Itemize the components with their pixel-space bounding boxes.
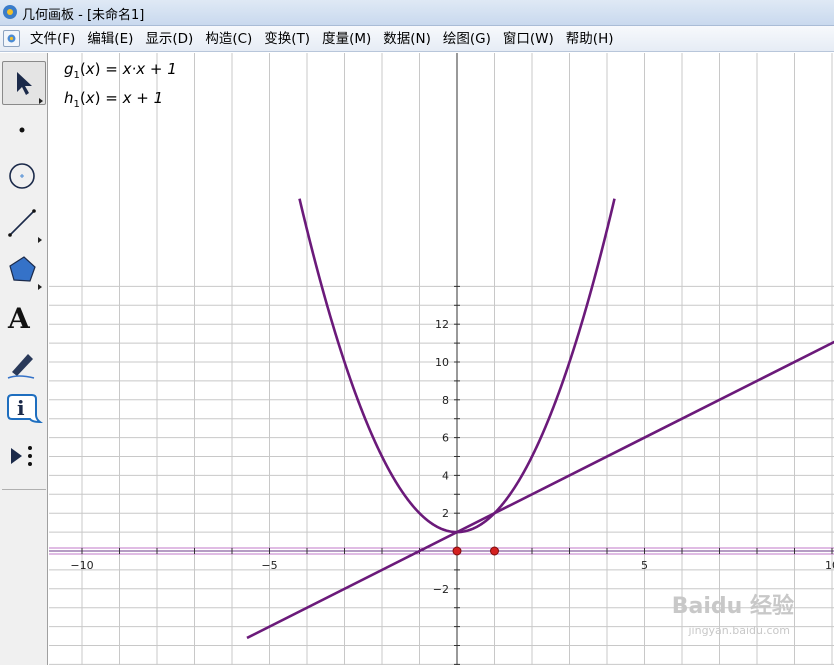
menu-construct[interactable]: 构造(C) — [199, 26, 258, 52]
pen-icon — [7, 354, 35, 379]
polygon-tool[interactable] — [2, 248, 46, 292]
text-a-icon: A — [7, 302, 31, 335]
function-h1-label[interactable]: h1(x) = x + 1 — [64, 89, 163, 110]
menu-bar: 文件(F) 编辑(E) 显示(D) 构造(C) 变换(T) 度量(M) 数据(N… — [0, 26, 834, 52]
straightedge-tool[interactable] — [2, 201, 46, 245]
menu-measure[interactable]: 度量(M) — [316, 26, 377, 52]
x-tick-label: 10 — [825, 559, 834, 572]
marker-tool[interactable] — [2, 342, 46, 386]
custom-tool[interactable] — [2, 436, 46, 480]
y-tick-label: 8 — [442, 394, 449, 407]
watermark: Baidu 经验 — [671, 594, 794, 619]
arrow-selection-icon — [17, 72, 43, 104]
svg-text:A: A — [7, 302, 31, 335]
polygon-icon — [9, 256, 42, 290]
y-tick-label: 4 — [442, 469, 449, 482]
watermark-subtext: jingyan.baidu.com — [688, 624, 790, 637]
menu-file[interactable]: 文件(F) — [24, 26, 81, 52]
y-tick-label: 6 — [442, 432, 449, 445]
custom-tools-icon — [11, 446, 32, 466]
text-tool[interactable]: A — [2, 295, 46, 339]
title-bar: 几何画板 - [未命名1] — [0, 0, 834, 26]
window-title: 几何画板 - [未命名1] — [22, 8, 145, 23]
menu-data[interactable]: 数据(N) — [377, 26, 437, 52]
information-tool[interactable]: i — [2, 389, 46, 433]
x-tick-label: −10 — [70, 559, 93, 572]
app-icon — [3, 5, 17, 19]
y-tick-label: 2 — [442, 507, 449, 520]
menu-transform[interactable]: 变换(T) — [258, 26, 316, 52]
sketch-canvas[interactable]: −10 −5 5 10 12 10 8 6 4 2 −2 — [49, 53, 834, 665]
segment-icon — [8, 209, 42, 243]
menu-edit[interactable]: 编辑(E) — [81, 26, 139, 52]
info-icon: i — [7, 394, 43, 424]
plotted-point[interactable] — [452, 546, 462, 556]
plotted-point[interactable] — [490, 546, 499, 556]
y-tick-label: 10 — [435, 356, 449, 369]
menu-window[interactable]: 窗口(W) — [497, 26, 560, 52]
point-tool[interactable] — [2, 108, 46, 152]
menu-display[interactable]: 显示(D) — [139, 26, 199, 52]
menu-help[interactable]: 帮助(H) — [560, 26, 620, 52]
circle-icon — [9, 163, 35, 189]
y-tick-label: −2 — [433, 583, 449, 596]
arrow-tool[interactable] — [2, 61, 46, 105]
menu-graph[interactable]: 绘图(G) — [437, 26, 497, 52]
toolbox: A i — [0, 53, 48, 665]
toolbox-divider — [2, 489, 46, 490]
point-icon — [19, 127, 25, 133]
x-tick-label: 5 — [641, 559, 648, 572]
x-tick-label: −5 — [261, 559, 277, 572]
y-tick-label: 12 — [435, 318, 449, 331]
compass-tool[interactable] — [2, 154, 46, 198]
svg-text:i: i — [17, 396, 25, 420]
function-g1-label[interactable]: g1(x) = x·x + 1 — [64, 60, 177, 81]
document-icon[interactable] — [3, 30, 20, 47]
